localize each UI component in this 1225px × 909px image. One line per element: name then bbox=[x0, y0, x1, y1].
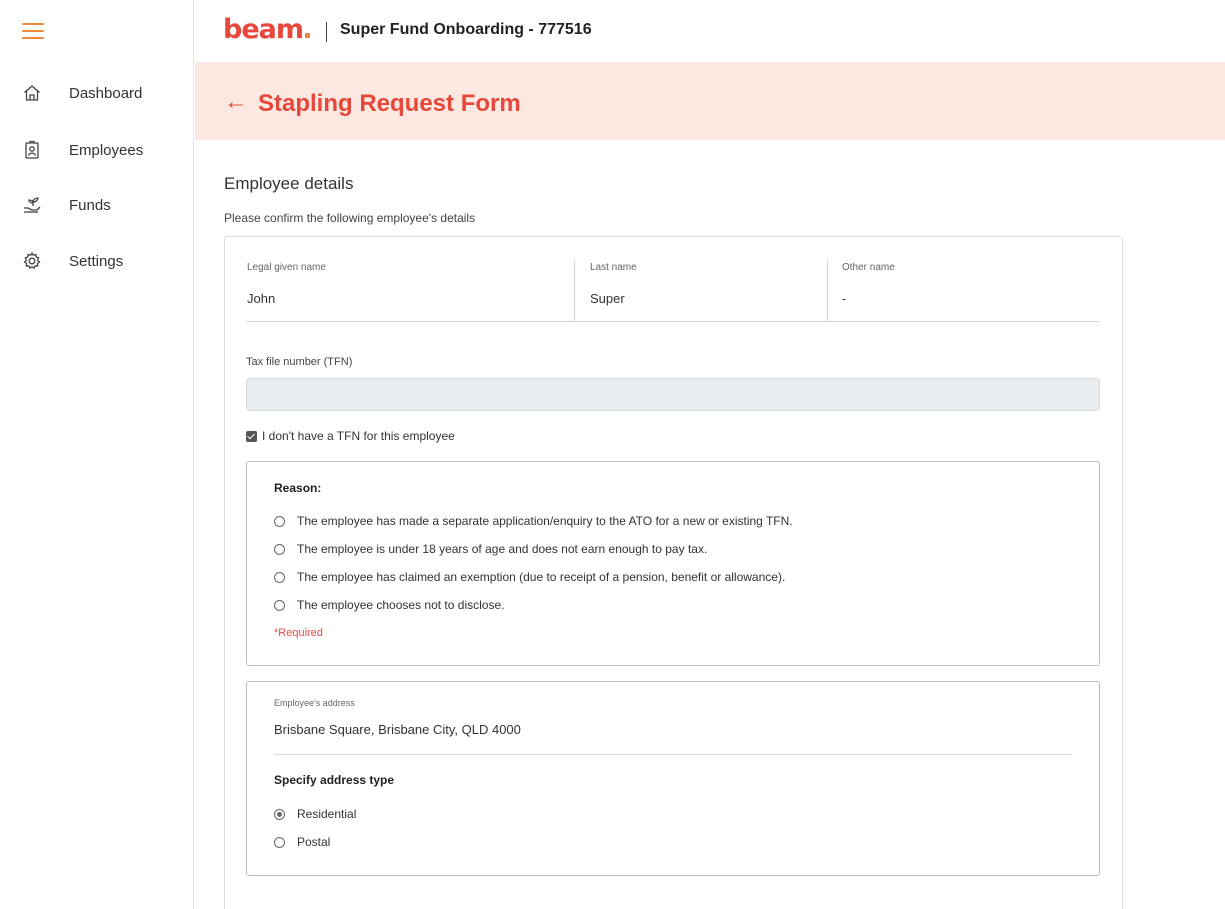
address-divider bbox=[274, 754, 1072, 755]
column-divider bbox=[827, 260, 828, 322]
column-divider bbox=[574, 260, 575, 322]
reason-option-label: The employee is under 18 years of age an… bbox=[297, 542, 708, 556]
address-type-title: Specify address type bbox=[274, 773, 395, 787]
hand-plant-icon bbox=[24, 197, 41, 213]
reason-title: Reason: bbox=[274, 481, 322, 495]
top-header: beam Super Fund Onboarding - 777516 bbox=[195, 0, 1225, 62]
no-tfn-checkbox-row[interactable]: I don't have a TFN for this employee bbox=[246, 429, 455, 443]
reason-option[interactable]: The employee is under 18 years of age an… bbox=[274, 542, 707, 556]
last-name-label: Last name bbox=[590, 262, 637, 273]
beam-logo[interactable]: beam bbox=[223, 14, 310, 45]
no-tfn-label: I don't have a TFN for this employee bbox=[262, 429, 455, 443]
reason-option[interactable]: The employee has made a separate applica… bbox=[274, 514, 793, 528]
given-name-field: Legal given name John bbox=[246, 256, 574, 322]
postal-radio[interactable] bbox=[274, 836, 285, 848]
address-type-label: Residential bbox=[297, 807, 357, 821]
page-title: Stapling Request Form bbox=[258, 90, 521, 117]
address-label: Employee's address bbox=[274, 698, 355, 708]
reason-option-label: The employee has made a separate applica… bbox=[297, 514, 793, 528]
no-tfn-checkbox[interactable] bbox=[246, 430, 257, 442]
sidebar-item-dashboard[interactable]: Dashboard bbox=[0, 73, 194, 113]
sidebar-item-label: Employees bbox=[69, 141, 144, 159]
back-arrow-icon[interactable]: ← bbox=[224, 88, 248, 116]
reason-radio[interactable] bbox=[274, 515, 285, 527]
hamburger-menu-icon[interactable] bbox=[22, 23, 44, 39]
reason-radio[interactable] bbox=[274, 543, 285, 555]
reason-box bbox=[246, 461, 1100, 666]
gear-icon bbox=[23, 251, 41, 270]
reason-option[interactable]: The employee chooses not to disclose. bbox=[274, 598, 504, 612]
address-type-postal[interactable]: Postal bbox=[274, 835, 330, 849]
given-name-value: John bbox=[247, 291, 276, 306]
sidebar-item-funds[interactable]: Funds bbox=[0, 185, 194, 225]
section-subtitle: Please confirm the following employee's … bbox=[224, 211, 476, 225]
other-name-value: - bbox=[842, 291, 847, 306]
last-name-value: Super bbox=[590, 291, 625, 306]
sidebar-item-label: Settings bbox=[69, 252, 124, 270]
address-type-label: Postal bbox=[297, 835, 331, 849]
required-note: *Required bbox=[274, 627, 323, 639]
other-name-label: Other name bbox=[842, 262, 895, 273]
reason-option-label: The employee has claimed an exemption (d… bbox=[297, 570, 786, 584]
other-name-field: Other name - bbox=[842, 256, 1092, 322]
sidebar-item-label: Funds bbox=[69, 196, 111, 214]
residential-radio[interactable] bbox=[274, 808, 285, 820]
home-icon bbox=[24, 85, 40, 101]
name-row: Legal given name John Last name Super Ot… bbox=[246, 256, 1100, 322]
given-name-label: Legal given name bbox=[247, 262, 326, 273]
tfn-label: Tax file number (TFN) bbox=[246, 356, 353, 368]
sidebar-item-employees[interactable]: Employees bbox=[0, 130, 194, 170]
page-header-title: Super Fund Onboarding - 777516 bbox=[340, 21, 592, 38]
sidebar-item-settings[interactable]: Settings bbox=[0, 241, 194, 281]
last-name-field: Last name Super bbox=[590, 256, 826, 322]
address-value: Brisbane Square, Brisbane City, QLD 4000 bbox=[274, 722, 521, 737]
tfn-input[interactable] bbox=[246, 378, 1100, 411]
address-type-residential[interactable]: Residential bbox=[274, 807, 356, 821]
employee-badge-icon bbox=[25, 140, 39, 159]
section-title: Employee details bbox=[224, 174, 354, 193]
reason-option[interactable]: The employee has claimed an exemption (d… bbox=[274, 570, 785, 584]
reason-radio[interactable] bbox=[274, 599, 285, 611]
sidebar: Dashboard Employees Funds Settings bbox=[0, 0, 194, 909]
form-banner: ← Stapling Request Form bbox=[195, 62, 1225, 140]
sidebar-item-label: Dashboard bbox=[69, 84, 143, 102]
header-divider bbox=[326, 22, 327, 42]
reason-radio[interactable] bbox=[274, 571, 285, 583]
reason-option-label: The employee chooses not to disclose. bbox=[297, 598, 505, 612]
